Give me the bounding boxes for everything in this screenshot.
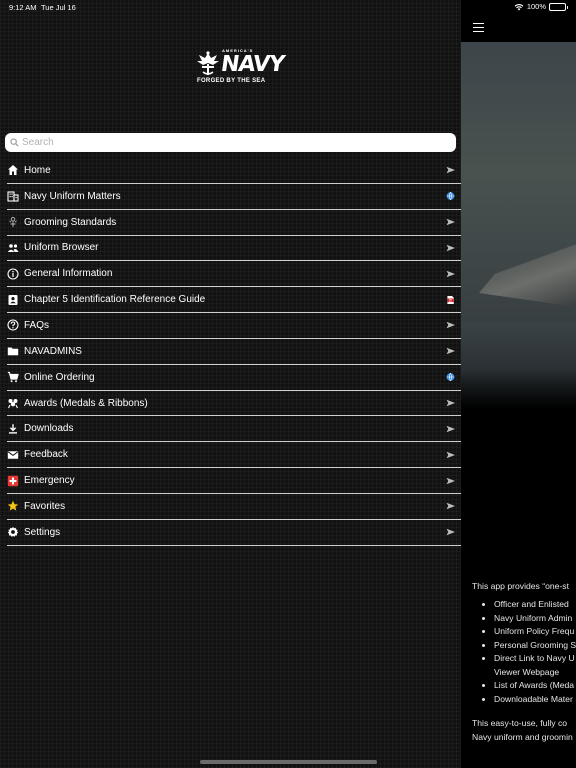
menu-item-label: NAVADMINS <box>24 345 82 357</box>
arrow-icon <box>446 528 455 537</box>
menu-item-label: Emergency <box>24 475 75 487</box>
menu-item-grooming-standards[interactable]: Grooming Standards <box>7 210 461 236</box>
menu-item-chapter-5-identification-reference-guide[interactable]: Chapter 5 Identification Reference Guide <box>7 287 461 314</box>
menu-item-label: Settings <box>24 526 61 538</box>
star-icon <box>7 500 19 512</box>
feature-item: Viewer Webpage <box>494 666 560 677</box>
search-input[interactable] <box>22 137 442 148</box>
arrow-icon <box>446 166 455 175</box>
arrow-icon <box>446 321 455 330</box>
feature-list: Officer and EnlistedNavy Uniform AdminUn… <box>472 598 576 706</box>
menu-item-label: Uniform Browser <box>24 242 99 254</box>
menu-item-label: FAQs <box>24 319 50 331</box>
content-panel: This app provides “one-st Officer and En… <box>461 0 576 768</box>
menu-item-navy-uniform-matters[interactable]: Navy Uniform Matters <box>7 184 461 210</box>
menu-item-navadmins[interactable]: NAVADMINS <box>7 339 461 365</box>
arrow-icon <box>446 243 455 252</box>
arrow-icon <box>446 218 455 227</box>
feature-item: Direct Link to Navy U <box>494 652 576 666</box>
description-outro-line1: This easy-to-use, fully co <box>472 718 568 728</box>
menu-item-feedback[interactable]: Feedback <box>7 442 461 469</box>
menu-item-label: Favorites <box>24 500 66 512</box>
menu-item-emergency[interactable]: Emergency <box>7 468 461 494</box>
menu-item-online-ordering[interactable]: Online Ordering <box>7 365 461 391</box>
menu-item-label: Downloads <box>24 423 74 435</box>
menu-item-favorites[interactable]: Favorites <box>7 494 461 520</box>
logo-tagline-bottom: FORGED BY THE SEA <box>197 78 266 84</box>
gear-icon <box>7 526 19 538</box>
arrow-icon <box>446 450 455 459</box>
feature-item: Officer and Enlisted <box>494 598 576 612</box>
medal-icon <box>7 397 19 409</box>
feature-item: Personal Grooming S <box>494 639 576 653</box>
help-icon <box>7 319 19 332</box>
menu-item-uniform-browser[interactable]: Uniform Browser <box>7 236 461 262</box>
search-bar[interactable] <box>5 133 456 152</box>
menu-item-label: General Information <box>24 268 113 280</box>
menu-item-home[interactable]: Home <box>7 158 461 184</box>
navy-logo: AMERICA'S NAVY FORGED BY THE SEA <box>196 48 286 88</box>
description-intro: This app provides “one-st <box>472 581 569 591</box>
pdf-icon <box>446 295 455 304</box>
arrow-icon <box>446 269 455 278</box>
status-date: Tue Jul 16 <box>41 3 76 12</box>
logo-wordmark: NAVY <box>219 52 286 77</box>
menu-item-label: Chapter 5 Identification Reference Guide <box>24 294 206 306</box>
menu-item-faqs[interactable]: FAQs <box>7 313 461 339</box>
description-outro: This easy-to-use, fully co Navy uniform … <box>472 716 576 744</box>
people-icon <box>7 242 19 254</box>
menu-item-label: Feedback <box>24 449 68 461</box>
hero-fade <box>461 370 576 410</box>
search-icon <box>10 138 19 147</box>
menu-item-downloads[interactable]: Downloads <box>7 416 461 443</box>
menu-item-label: Online Ordering <box>24 371 95 383</box>
menu-item-settings[interactable]: Settings <box>7 520 461 546</box>
arrow-icon <box>446 424 455 433</box>
id-badge-icon <box>7 294 19 306</box>
feature-item: Navy Uniform Admin <box>494 612 576 626</box>
menu-item-general-information[interactable]: General Information <box>7 261 461 288</box>
feature-item: Downloadable Mater <box>494 693 576 707</box>
description-outro-line2: Navy uniform and groomin <box>472 732 573 742</box>
mail-icon <box>7 449 19 461</box>
sidebar: AMERICA'S NAVY FORGED BY THE SEA Home Nav… <box>0 0 461 768</box>
feature-item: Uniform Policy Frequ <box>494 625 576 639</box>
menu-item-awards-medals-and-ribbons[interactable]: Awards (Medals & Ribbons) <box>7 391 461 417</box>
building-icon <box>7 190 19 202</box>
grooming-icon <box>7 216 19 228</box>
menu-item-label: Grooming Standards <box>24 216 117 228</box>
info-icon <box>7 268 19 280</box>
hero-image <box>461 42 576 410</box>
hero-ship <box>479 237 576 307</box>
folder-icon <box>7 345 19 357</box>
eagle-emblem-icon <box>197 51 219 75</box>
emergency-icon <box>7 475 19 487</box>
main-menu: Home Navy Uniform Matters Grooming Standar… <box>0 158 461 546</box>
menu-item-label: Awards (Medals & Ribbons) <box>24 397 148 409</box>
wifi-icon <box>514 3 524 10</box>
home-icon <box>7 164 19 176</box>
globe-icon <box>446 373 455 382</box>
arrow-icon <box>446 476 455 485</box>
arrow-icon <box>446 347 455 356</box>
menu-item-label: Navy Uniform Matters <box>24 190 121 202</box>
menu-item-label: Home <box>24 164 51 176</box>
feature-item: List of Awards (Meda <box>494 679 576 693</box>
home-indicator[interactable] <box>200 760 377 764</box>
status-right: 100% <box>514 2 568 11</box>
battery-percent: 100% <box>526 2 546 11</box>
globe-icon <box>446 192 455 201</box>
cart-icon <box>7 371 19 383</box>
download-icon <box>7 423 19 435</box>
app-description: This app provides “one-st Officer and En… <box>472 580 576 744</box>
status-time: 9:12 AM <box>9 3 37 12</box>
status-bar: 9:12 AM Tue Jul 16 100% <box>0 0 576 14</box>
hamburger-menu-icon[interactable] <box>473 23 484 32</box>
arrow-icon <box>446 399 455 408</box>
battery-icon <box>549 2 568 11</box>
arrow-icon <box>446 502 455 511</box>
